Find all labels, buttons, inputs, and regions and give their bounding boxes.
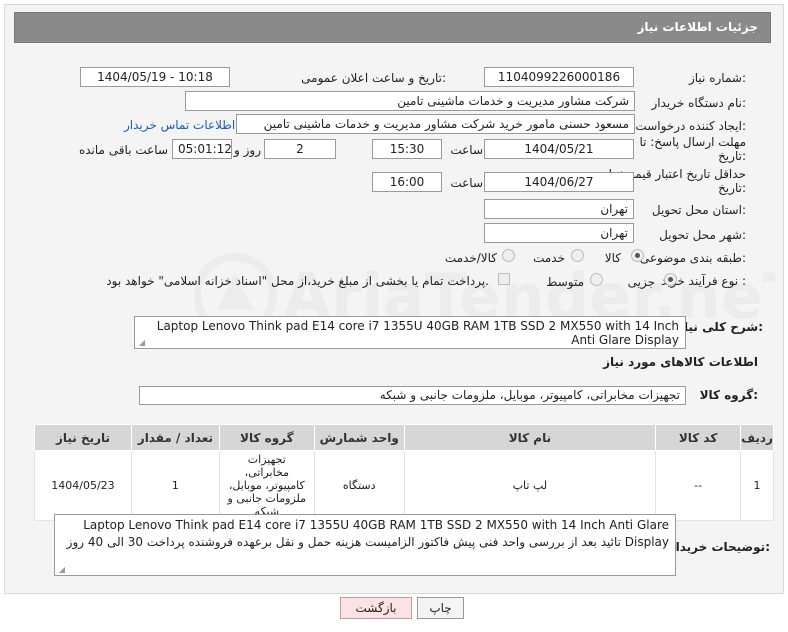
goods-group-label: گروه کالا: xyxy=(699,388,758,402)
goods-code-cell: -- xyxy=(655,450,742,521)
col-quantity: تعداد / مقدار xyxy=(130,424,220,451)
col-goods-code: کد کالا xyxy=(655,424,742,451)
col-need-date: تاریخ نیاز xyxy=(34,424,132,451)
need-number-label: شماره نیاز: xyxy=(688,71,746,85)
days-and-label: روز و xyxy=(234,143,261,157)
need-number-field: 1104099226000186 xyxy=(484,67,634,87)
category-goods-service-radio[interactable] xyxy=(502,249,515,262)
col-row-number: ردیف xyxy=(740,424,774,451)
buyer-contact-link[interactable]: اطلاعات تماس خریدار xyxy=(124,118,235,132)
resize-grip-icon[interactable]: ◢ xyxy=(57,566,65,574)
reply-date-field: 1404/05/21 xyxy=(484,139,634,159)
category-goods-label: کالا xyxy=(604,251,621,265)
buyer-org-field: شرکت مشاور مدیریت و خدمات ماشینی تامین xyxy=(185,91,635,111)
reply-time-field: 15:30 xyxy=(372,139,442,159)
buyer-org-label: نام دستگاه خریدار: xyxy=(651,96,747,110)
row-number-cell: 1 xyxy=(740,450,774,521)
category-service-radio[interactable] xyxy=(571,249,584,262)
purchase-minor-radio[interactable] xyxy=(664,273,677,286)
goods-table-header: ردیف کد کالا نام کالا واحد شمارش گروه کا… xyxy=(34,424,774,451)
announce-datetime-label: تاریخ و ساعت اعلان عمومی: xyxy=(301,71,446,85)
category-service-label: خدمت xyxy=(533,251,565,265)
reply-time-label: ساعت xyxy=(450,143,483,157)
validity-time-label: ساعت xyxy=(450,176,483,190)
unit-cell: دستگاه xyxy=(313,450,405,521)
goods-name-cell: لپ تاپ xyxy=(403,450,657,521)
print-button[interactable]: چاپ xyxy=(417,597,464,619)
page-title: جزئیات اطلاعات نیاز xyxy=(637,20,758,34)
general-desc-field: Laptop Lenovo Think pad E14 core i7 1355… xyxy=(134,316,686,349)
page-header: جزئیات اطلاعات نیاز xyxy=(14,12,771,43)
category-goods-radio[interactable] xyxy=(631,249,644,262)
province-field: تهران xyxy=(484,199,634,219)
city-field: تهران xyxy=(484,223,634,243)
table-row: 1 -- لپ تاپ دستگاه تجهیزات مخابراتی، کام… xyxy=(34,450,774,521)
purchase-medium-label: متوسط xyxy=(546,275,584,289)
col-goods-name: نام کالا xyxy=(403,424,657,451)
need-date-cell: 1404/05/23 xyxy=(34,450,132,521)
requester-label: ایجاد کننده درخواست: xyxy=(635,119,746,133)
province-label: استان محل تحویل: xyxy=(651,203,746,217)
resize-grip-icon[interactable]: ◢ xyxy=(137,339,145,347)
reply-deadline-label: مهلت ارسال پاسخ: تا تاریخ: xyxy=(639,135,746,163)
buyer-notes-label: توضیحات خریدار: xyxy=(668,540,770,554)
days-remaining-field: 2 xyxy=(264,139,336,159)
buyer-notes-field: Laptop Lenovo Think pad E14 core i7 1355… xyxy=(54,514,676,576)
general-desc-label: شرح کلی نیاز: xyxy=(677,320,763,334)
quantity-cell: 1 xyxy=(130,450,220,521)
requester-field: مسعود حسنی مامور خرید شرکت مشاور مدیریت … xyxy=(236,114,635,134)
col-unit: واحد شمارش xyxy=(313,424,405,451)
col-goods-group: گروه کالا xyxy=(218,424,315,451)
category-goods-service-label: کالا/خدمت xyxy=(444,251,497,265)
treasury-payment-checkbox[interactable] xyxy=(498,273,510,285)
city-label: شهر محل تحویل: xyxy=(659,228,746,242)
time-remaining-field: 05:01:12 xyxy=(172,139,232,159)
general-desc-text: Laptop Lenovo Think pad E14 core i7 1355… xyxy=(156,319,679,347)
goods-table: ردیف کد کالا نام کالا واحد شمارش گروه کا… xyxy=(34,424,774,521)
validity-date-field: 1404/06/27 xyxy=(484,172,634,192)
goods-info-heading: اطلاعات کالاهای مورد نیاز xyxy=(603,355,758,369)
purchase-medium-radio[interactable] xyxy=(590,273,603,286)
category-label: طبقه بندی موضوعی: xyxy=(639,251,746,265)
announce-datetime-field: 1404/05/19 - 10:18 xyxy=(80,67,230,87)
validity-time-field: 16:00 xyxy=(372,172,442,192)
buyer-notes-text: Laptop Lenovo Think pad E14 core i7 1355… xyxy=(66,518,669,549)
goods-group-field: تجهیزات مخابراتی، کامپیوتر، موبایل، ملزو… xyxy=(139,386,686,405)
hours-remaining-label: ساعت باقی مانده xyxy=(78,143,168,157)
back-button[interactable]: بازگشت xyxy=(340,597,412,619)
purchase-minor-label: جزیی xyxy=(627,275,655,289)
treasury-payment-note: پرداخت تمام یا بخشی از مبلغ خرید،از محل … xyxy=(106,274,489,288)
goods-group-cell: تجهیزات مخابراتی، کامپیوتر، موبایل، ملزو… xyxy=(218,450,315,521)
